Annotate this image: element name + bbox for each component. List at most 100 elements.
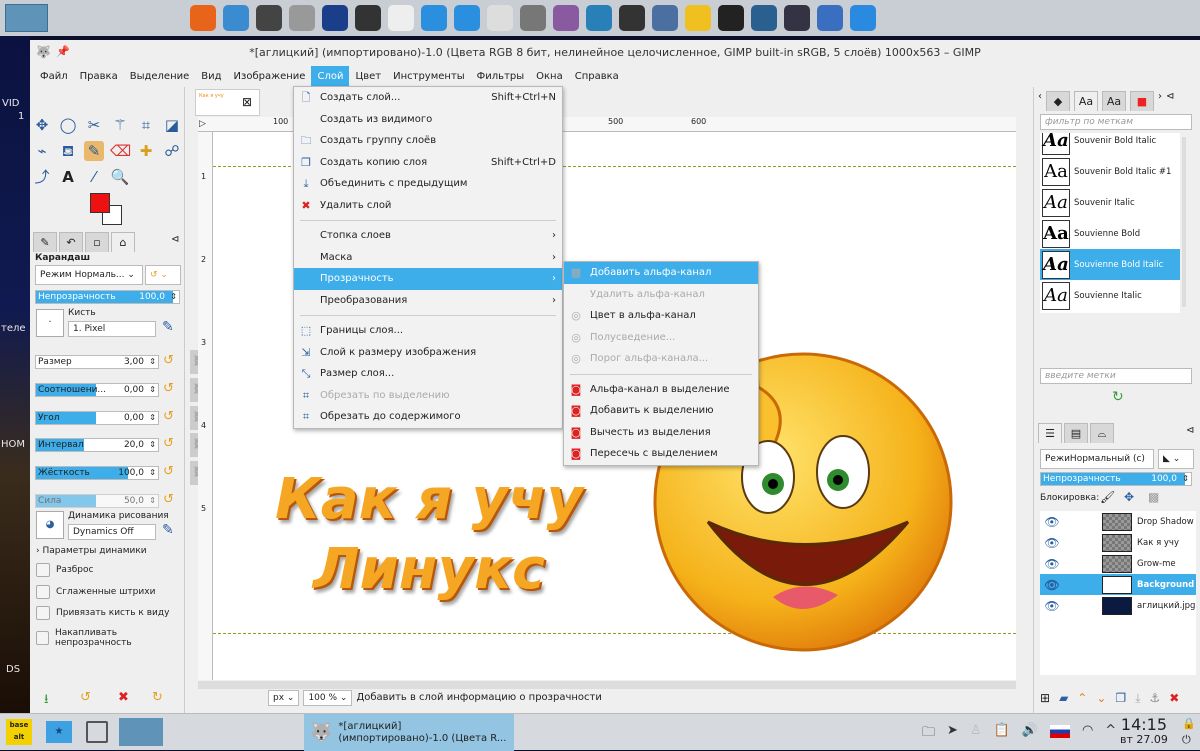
globe-icon[interactable] xyxy=(784,5,810,31)
ellipse-select-icon[interactable]: ◯ xyxy=(58,115,78,135)
show-desktop-button[interactable] xyxy=(86,721,108,743)
layer-menu-item[interactable]: 🗀 Создать группу слоёв xyxy=(294,130,562,152)
reset-icon[interactable]: ↺ xyxy=(163,381,174,396)
font-item[interactable]: Aa Souvenir Bold Italic xyxy=(1040,133,1180,156)
telegram-icon[interactable]: ➤ xyxy=(947,723,958,745)
refresh-fonts-icon[interactable]: ↻ xyxy=(1112,389,1124,405)
edit-dynamics-icon[interactable]: ✎ xyxy=(162,522,174,538)
keyboard-layout-flag-icon[interactable] xyxy=(1049,725,1070,738)
wifi-icon[interactable]: ◠ xyxy=(1082,723,1093,745)
gimp-icon[interactable] xyxy=(520,5,546,31)
new-layer-group-icon[interactable]: ▰ xyxy=(1059,691,1068,706)
kdenlive-icon[interactable] xyxy=(421,5,447,31)
scroll-left-icon[interactable]: ‹ xyxy=(1038,91,1042,111)
start-menu-button[interactable]: base alt xyxy=(6,719,32,745)
heal-icon[interactable]: ✚ xyxy=(136,141,156,161)
menu-9[interactable]: Окна xyxy=(530,66,569,87)
tab-colors[interactable]: ■ xyxy=(1130,91,1154,111)
color-picker-icon[interactable]: ⁄ xyxy=(84,167,104,187)
close-image-icon[interactable]: ⊠ xyxy=(242,95,252,109)
font-item[interactable]: Aa Souvienne Bold Italic xyxy=(1040,249,1180,280)
layer-menu-item[interactable]: ⤡ Размер слоя... xyxy=(294,363,562,385)
layer-menu-item[interactable]: Преобразования › xyxy=(294,290,562,312)
checkbox-2[interactable]: Привязать кисть к виду xyxy=(36,606,169,620)
transparency-menu-item[interactable]: ◙ Альфа-канал в выделение xyxy=(564,379,758,401)
zoom-icon[interactable]: 🔍 xyxy=(110,167,130,187)
brush-field[interactable]: 1. Pixel xyxy=(68,321,156,337)
scroll-right-icon[interactable]: › xyxy=(1158,91,1162,111)
menu-4[interactable]: Изображение xyxy=(228,66,312,87)
tab-paths[interactable]: ⌓ xyxy=(1090,423,1114,443)
menu-10[interactable]: Справка xyxy=(569,66,625,87)
layer-row[interactable]: 👁 Grow-me xyxy=(1040,553,1196,574)
menu-8[interactable]: Фильтры xyxy=(471,66,530,87)
layer-row[interactable]: 👁 Drop Shadow xyxy=(1040,511,1196,532)
transparency-menu-item[interactable]: ◎ Цвет в альфа-канал xyxy=(564,305,758,327)
mode-select[interactable]: Режим Нормаль... ⌄ xyxy=(35,265,143,285)
reset-icon[interactable]: ↺ xyxy=(163,409,174,424)
panel-menu-icon[interactable]: ⊲ xyxy=(1166,91,1174,111)
transparency-menu-item[interactable]: ▩ Добавить альфа-канал xyxy=(564,262,758,284)
visibility-eye-icon[interactable]: 👁 xyxy=(1040,599,1064,613)
disc-icon[interactable] xyxy=(355,5,381,31)
smudge-icon[interactable]: ☍ xyxy=(162,141,182,161)
scissors-icon[interactable]: ✂ xyxy=(84,115,104,135)
layer-menu-item[interactable]: Маска › xyxy=(294,247,562,269)
layer-row[interactable]: 👁 аглицкий.jpg xyxy=(1040,595,1196,616)
file-manager-icon[interactable] xyxy=(223,5,249,31)
reader-icon[interactable] xyxy=(817,5,843,31)
panel-menu-icon[interactable]: ⊲ xyxy=(171,234,179,245)
tab-channels[interactable]: ▤ xyxy=(1064,423,1088,443)
layer-menu-item[interactable]: ✖ Удалить слой xyxy=(294,195,562,217)
composite-mode-select[interactable]: ◣ ⌄ xyxy=(1158,449,1194,469)
reset-icon[interactable]: ↺ xyxy=(163,492,174,507)
bucket-icon[interactable]: ⛾ xyxy=(58,141,78,161)
save-options-icon[interactable]: ⭳ xyxy=(44,690,49,712)
notes-icon[interactable] xyxy=(685,5,711,31)
tag-input[interactable]: введите метки xyxy=(1040,368,1192,384)
layer-menu-item[interactable]: Прозрачность › xyxy=(294,268,562,290)
dynamics-options-expander[interactable]: › Параметры динамики xyxy=(36,546,147,556)
slider-2[interactable]: Угол 0,00 ⇕ xyxy=(35,410,159,425)
network-icon[interactable] xyxy=(652,5,678,31)
delete-options-icon[interactable]: ✖ xyxy=(118,690,129,705)
merge-layer-icon[interactable]: ⤓ xyxy=(1135,691,1140,706)
layer-opacity-slider[interactable]: Непрозрачность 100,0 ⇕ xyxy=(1040,472,1192,486)
layers-panel-menu-icon[interactable]: ⊲ xyxy=(1186,425,1194,436)
menu-3[interactable]: Вид xyxy=(195,66,227,87)
layer-menu-item[interactable]: 🗋 Создать слой... Shift+Ctrl+N xyxy=(294,87,562,109)
menu-5[interactable]: Слой xyxy=(311,66,350,87)
tab-layers[interactable]: ☰ xyxy=(1038,423,1062,443)
layer-menu-item[interactable]: ⌗ Обрезать до содержимого xyxy=(294,406,562,428)
docs-icon[interactable] xyxy=(454,5,480,31)
font-item[interactable]: AaStandard Symbols L xyxy=(1040,311,1180,313)
calculator-icon[interactable] xyxy=(322,5,348,31)
slider-0[interactable]: Размер 3,00 ⇕ xyxy=(35,355,159,369)
restore-options-icon[interactable]: ↺ xyxy=(80,690,91,705)
tab-font-preview[interactable]: Aa xyxy=(1102,91,1126,111)
dynamics-preview[interactable]: ◕ xyxy=(36,511,64,539)
transparency-menu-item[interactable]: ◙ Вычесть из выделения xyxy=(564,422,758,444)
reset-icon[interactable]: ↺ xyxy=(163,464,174,479)
clipboard-icon[interactable]: 📋 xyxy=(994,723,1010,745)
layer-row[interactable]: 👁 Как я учу xyxy=(1040,532,1196,553)
reset-options-icon[interactable]: ↻ xyxy=(152,690,163,705)
move-tool-icon[interactable]: ✥ xyxy=(32,115,52,135)
tab-images[interactable]: ▫ xyxy=(85,232,109,252)
checkbox-0[interactable]: Разброс xyxy=(36,563,93,577)
paths-icon[interactable]: ⤴ xyxy=(32,167,52,187)
checkbox-3[interactable]: Накапливать непрозрачность xyxy=(36,628,184,648)
mode-reset-select[interactable]: ↺ ⌄ xyxy=(145,265,181,285)
reset-icon[interactable]: ↺ xyxy=(163,436,174,451)
amule-icon[interactable] xyxy=(718,5,744,31)
clock[interactable]: 14:15 вт 27.09 xyxy=(1120,716,1168,746)
transparency-menu-item[interactable]: ◎ Полусведение... xyxy=(564,327,758,349)
transform-icon[interactable]: ◪ xyxy=(162,115,182,135)
edit-brush-icon[interactable]: ✎ xyxy=(162,319,174,335)
file-manager-launcher[interactable]: ★ xyxy=(46,721,72,743)
fuzzy-select-icon[interactable]: ⚚ xyxy=(110,115,130,135)
tray-expand-icon[interactable]: ^ xyxy=(1105,723,1116,745)
quick-mask-toggle[interactable]: ▷ xyxy=(199,119,206,129)
transparency-menu-item[interactable]: ◎ Порог альфа-канала... xyxy=(564,348,758,370)
video-icon[interactable] xyxy=(553,5,579,31)
